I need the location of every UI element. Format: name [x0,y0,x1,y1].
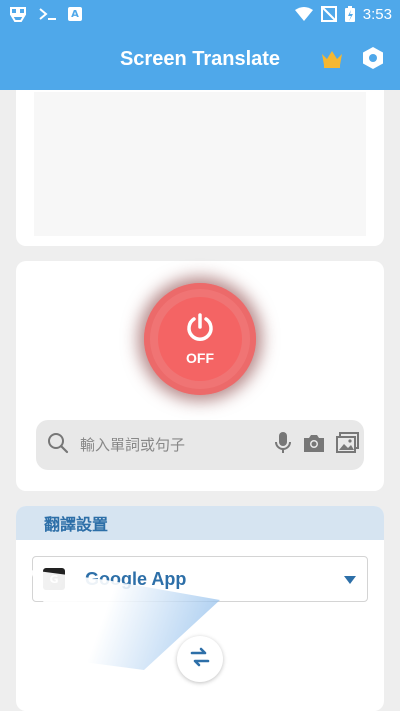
status-left-icons: A [8,5,82,23]
microphone-icon[interactable] [274,431,292,459]
search-bar [36,420,364,470]
settings-hexagon-icon[interactable] [362,46,384,74]
settings-title: 翻譯設置 [44,515,109,534]
translation-output-card [16,90,384,246]
search-icon [46,431,70,459]
google-translate-icon: G [43,568,65,590]
translation-output[interactable] [34,92,366,236]
swap-languages-button[interactable] [177,636,223,682]
app-title: Screen Translate [119,47,281,70]
engine-dropdown[interactable]: G Google App [32,556,368,602]
bug-icon [8,5,28,23]
search-input[interactable] [80,436,274,454]
control-card: OFF [16,261,384,491]
wifi-icon [294,7,313,21]
engine-name: Google App [85,568,187,589]
status-bar: A 3:53 [0,0,400,28]
camera-icon[interactable] [302,433,326,457]
battery-icon [344,6,355,22]
chevron-down-icon [343,570,357,589]
power-state-label: OFF [186,350,214,366]
a-icon: A [68,7,82,21]
power-toggle-button[interactable]: OFF [144,283,256,395]
app-bar: Screen Translate [0,28,400,90]
power-icon [184,312,216,348]
power-inner: OFF [158,297,242,381]
status-time: 3:53 [362,5,392,23]
terminal-icon [38,7,58,21]
settings-header: 翻譯設置 [16,506,384,540]
status-right-icons: 3:53 [294,5,392,23]
crown-icon[interactable] [320,48,344,72]
no-signal-icon [320,6,337,22]
image-icon[interactable] [336,432,360,458]
search-tools [274,431,360,459]
swap-arrows-icon [189,647,211,671]
